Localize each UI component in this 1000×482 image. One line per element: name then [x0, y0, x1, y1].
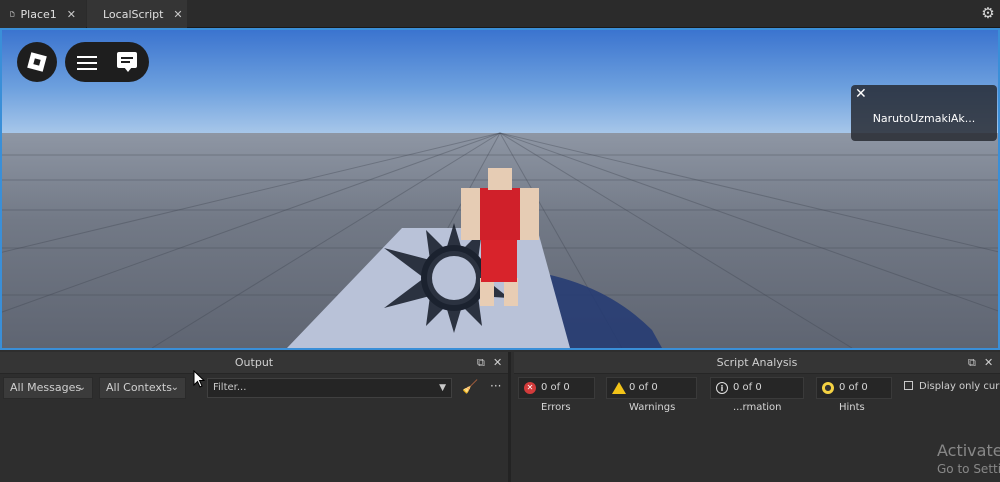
panel-title: Output [234, 356, 274, 369]
hints-label: 0 of 0 Hints [839, 382, 868, 413]
output-panel: Output ⧉ ✕ All Messages ⌄ All Contexts ⌄… [0, 352, 511, 482]
tab-place1-close-icon[interactable]: ✕ [67, 8, 76, 21]
script-analysis-toolbar: ✕ 0 of 0 Errors 0 of 0 Warnings i 0 of 0… [514, 374, 1000, 413]
close-icon[interactable]: ✕ [493, 352, 502, 374]
error-icon: ✕ [524, 382, 536, 394]
output-header: Output ⧉ ✕ [0, 352, 508, 374]
display-only-current-checkbox[interactable]: Display only curre [904, 381, 1000, 392]
contexts-dropdown[interactable]: All Contexts ⌄ [99, 377, 186, 399]
hints-filter-button[interactable]: ● 0 of 0 Hints [816, 377, 892, 413]
errors-filter-button[interactable]: ✕ 0 of 0 Errors [518, 377, 595, 413]
mouse-cursor-icon [193, 370, 205, 388]
contexts-dropdown-label: All Contexts [106, 381, 172, 394]
tab-localscript-close-icon[interactable]: ✕ [173, 8, 182, 21]
close-icon[interactable]: ✕ [855, 86, 867, 102]
filter-placeholder: Filter... [213, 382, 247, 393]
script-analysis-header: Script Analysis ⧉ ✕ [514, 352, 1000, 374]
clear-output-icon[interactable]: 🧹 [462, 380, 478, 396]
player-list: ✕ NarutoUzmakiAk... [851, 85, 997, 141]
player-name[interactable]: NarutoUzmakiAk... [851, 112, 997, 125]
messages-dropdown-label: All Messages [10, 381, 82, 394]
game-viewport[interactable]: ✕ NarutoUzmakiAk... [0, 28, 1000, 350]
undock-icon[interactable]: ⧉ [477, 352, 485, 374]
panel-title: Script Analysis [716, 356, 798, 369]
errors-label: 0 of 0 Errors [541, 382, 571, 413]
activate-windows-subtitle: Go to Setti [937, 462, 1000, 476]
place-file-icon [10, 11, 15, 17]
information-label: 0 of 0 ...rmation [733, 382, 782, 413]
dropdown-arrow-icon[interactable]: ▼ [439, 379, 446, 397]
checkbox-icon[interactable] [904, 381, 913, 390]
document-tab-bar: Place1 ✕ LocalScript ✕ ⚙ [0, 0, 1000, 28]
tab-localscript[interactable]: LocalScript ✕ [87, 0, 187, 28]
script-analysis-panel: Script Analysis ⧉ ✕ ✕ 0 of 0 Errors 0 of… [514, 352, 1000, 482]
display-only-label: Display only curre [919, 381, 1000, 392]
chevron-down-icon: ⌄ [77, 382, 86, 393]
info-icon: i [716, 382, 728, 394]
more-options-icon[interactable]: ··· [490, 379, 501, 393]
output-toolbar: All Messages ⌄ All Contexts ⌄ Filter... … [0, 374, 508, 402]
scene-graphics [2, 132, 998, 348]
topbar-menu-pill [65, 42, 149, 82]
gear-icon[interactable]: ⚙ [980, 5, 996, 21]
filter-input[interactable]: Filter... ▼ [207, 378, 452, 398]
chat-icon[interactable] [117, 52, 137, 72]
warnings-filter-button[interactable]: 0 of 0 Warnings [606, 377, 697, 413]
warnings-label: 0 of 0 Warnings [629, 382, 676, 413]
hint-bulb-icon: ● [822, 382, 834, 394]
activate-windows-watermark: Activate [937, 441, 1000, 460]
chevron-down-icon: ⌄ [170, 382, 179, 393]
undock-icon[interactable]: ⧉ [968, 352, 976, 374]
messages-dropdown[interactable]: All Messages ⌄ [3, 377, 93, 399]
roblox-logo-icon [27, 52, 47, 72]
roblox-menu-button[interactable] [17, 42, 57, 82]
hamburger-menu-icon[interactable] [77, 53, 97, 71]
warning-icon [612, 382, 626, 394]
tab-place1-label: Place1 [20, 7, 57, 21]
tab-localscript-label: LocalScript [103, 7, 164, 21]
tab-place1[interactable]: Place1 ✕ [0, 0, 86, 28]
close-icon[interactable]: ✕ [984, 352, 993, 374]
information-filter-button[interactable]: i 0 of 0 ...rmation [710, 377, 804, 413]
